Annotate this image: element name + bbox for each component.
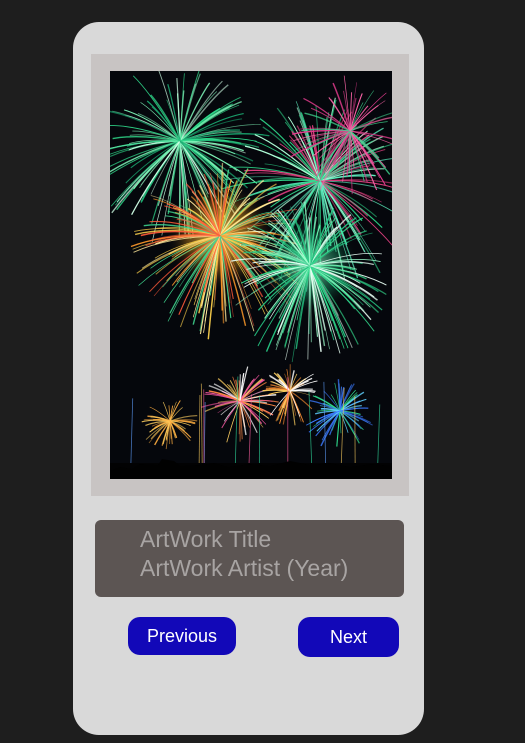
previous-button[interactable]: Previous — [128, 617, 236, 655]
artwork-artist: ArtWork Artist (Year) — [140, 555, 349, 581]
device-frame: ArtWork Title ArtWork Artist (Year) Prev… — [73, 22, 424, 735]
artwork-frame — [91, 54, 409, 496]
next-button[interactable]: Next — [298, 617, 399, 657]
artwork-title: ArtWork Title — [140, 526, 272, 552]
artwork-caption: ArtWork Title ArtWork Artist (Year) — [95, 520, 404, 597]
artwork-image — [110, 71, 392, 479]
